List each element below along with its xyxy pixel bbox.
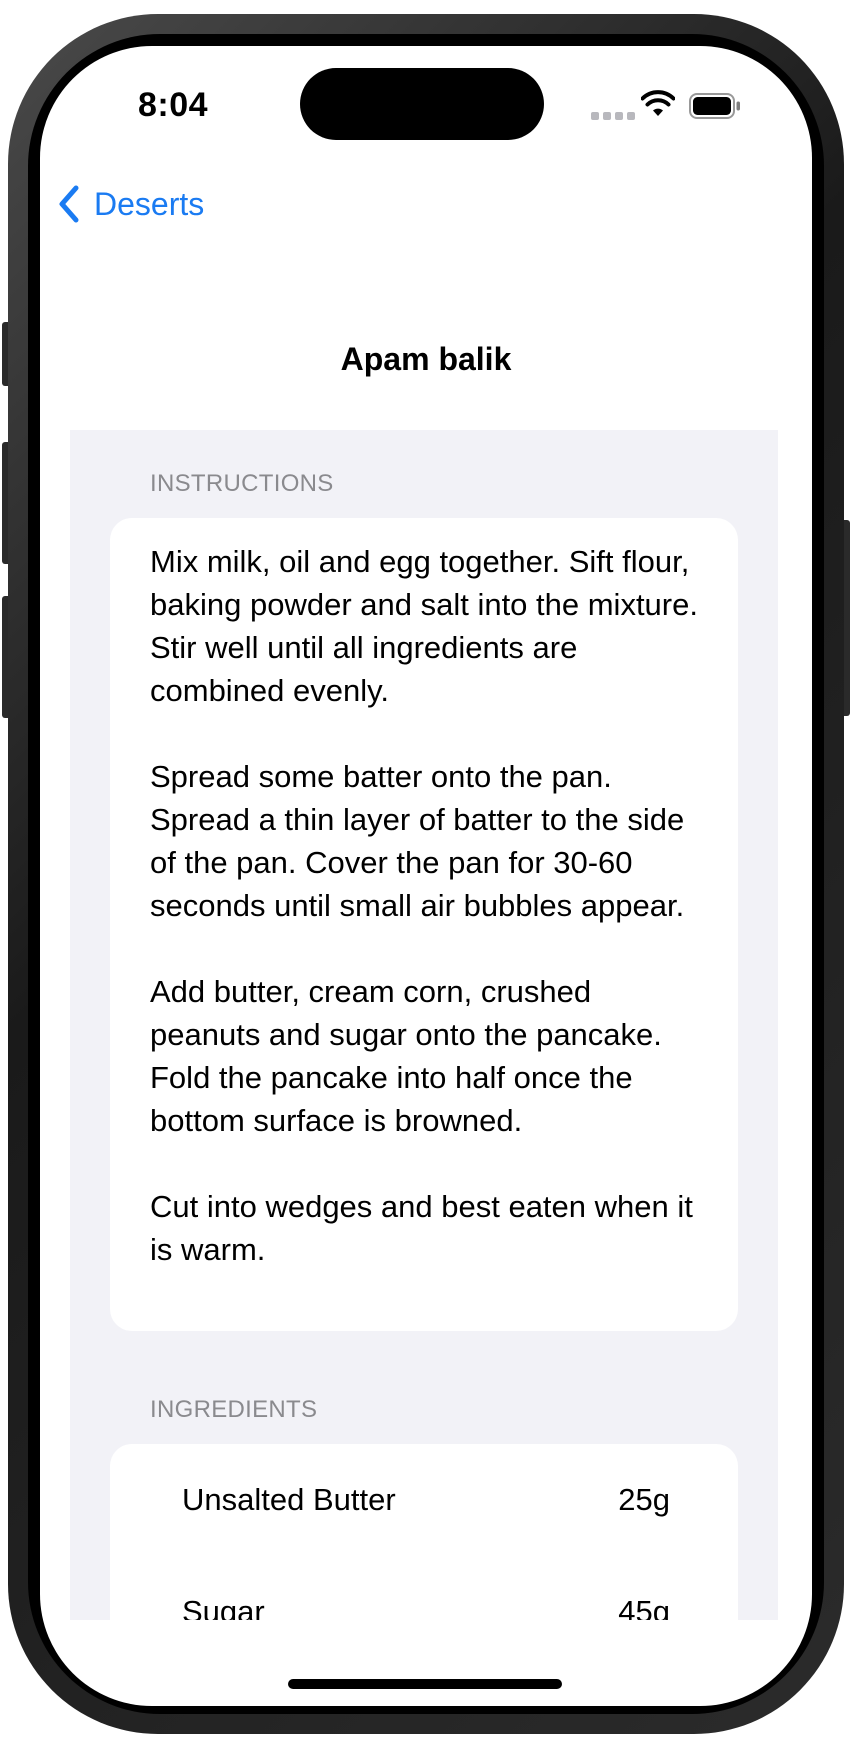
- ingredient-name: Sugar: [182, 1594, 265, 1620]
- ingredient-row: Unsalted Butter 25g: [182, 1482, 670, 1518]
- back-button-label: Deserts: [94, 185, 205, 222]
- ingredient-amount: 25g: [618, 1482, 670, 1517]
- instructions-section-header: INSTRUCTIONS: [150, 470, 334, 497]
- page-title: Apam balik: [340, 341, 512, 377]
- home-indicator[interactable]: [288, 1679, 562, 1689]
- instruction-paragraph: Spread some batter onto the pan. Spread …: [150, 759, 685, 923]
- battery-icon: [689, 93, 740, 119]
- instruction-paragraph: Cut into wedges and best eaten when it i…: [150, 1189, 693, 1267]
- instructions-card: Mix milk, oil and egg together. Sift flo…: [110, 518, 738, 1331]
- cellular-signal-icon: [591, 112, 635, 120]
- instruction-paragraph: Mix milk, oil and egg together. Sift flo…: [150, 544, 698, 708]
- ingredients-card: Unsalted Butter 25g Sugar 45g: [110, 1444, 738, 1620]
- dynamic-island: [300, 68, 544, 140]
- instruction-paragraph: Add butter, cream corn, crushed peanuts …: [150, 974, 662, 1138]
- ingredient-name: Unsalted Butter: [182, 1482, 396, 1517]
- screen: 8:04 Deserts Apam balik INSTRUCTIONS Mix…: [40, 46, 812, 1706]
- ingredients-section-header: INGREDIENTS: [150, 1396, 318, 1423]
- chevron-left-icon: [59, 185, 79, 223]
- ingredient-amount: 45g: [618, 1594, 670, 1620]
- wifi-icon: [641, 90, 675, 116]
- recipe-detail-list[interactable]: INSTRUCTIONS Mix milk, oil and egg toget…: [70, 430, 778, 1620]
- back-button[interactable]: Deserts: [54, 176, 204, 232]
- device: 8:04 Deserts Apam balik INSTRUCTIONS Mix…: [0, 0, 852, 1738]
- status-time: 8:04: [138, 86, 209, 124]
- ingredient-row: Sugar 45g: [182, 1594, 670, 1620]
